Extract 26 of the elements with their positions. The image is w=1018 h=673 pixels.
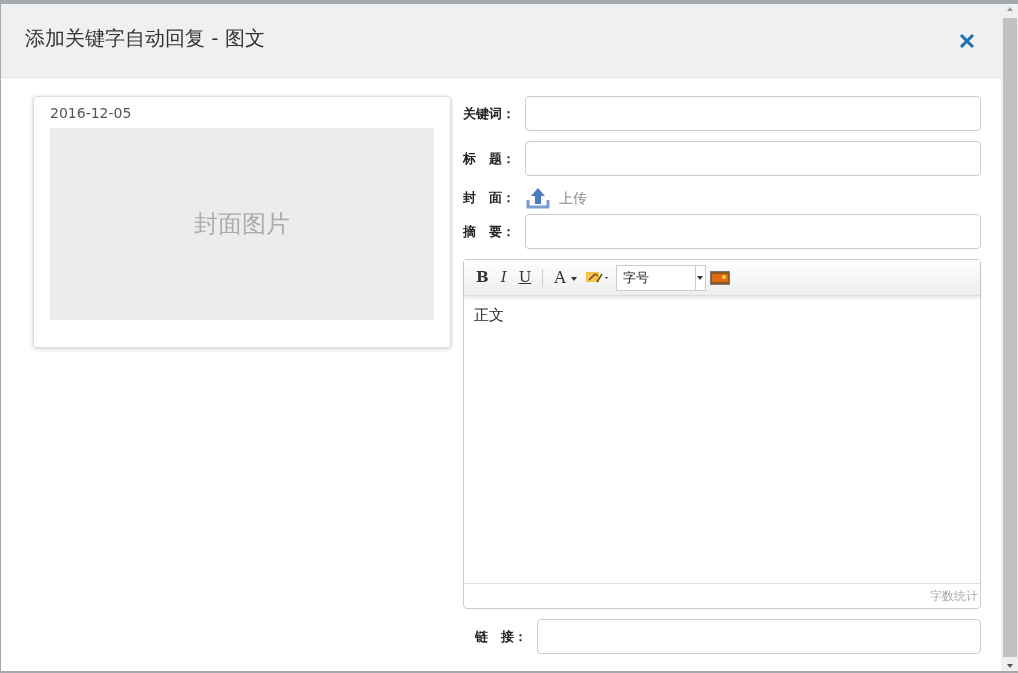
input-field[interactable]: [537, 619, 981, 654]
input-field[interactable]: [525, 214, 981, 249]
word-count: 字数统计: [464, 583, 980, 608]
upload-button[interactable]: 上传: [525, 186, 587, 210]
field-label: 摘 要：: [463, 222, 516, 241]
bold-button[interactable]: B: [472, 270, 493, 285]
field-label: 链 接：: [475, 627, 528, 646]
close-icon[interactable]: [959, 32, 975, 49]
cover-text: 封面图片: [194, 209, 290, 240]
font-color-button[interactable]: A: [550, 269, 582, 286]
italic-button[interactable]: I: [496, 270, 511, 285]
underline-button[interactable]: U: [514, 270, 536, 285]
date-text: 2016-12-05: [50, 104, 133, 123]
rich-text-editor[interactable]: B I U A 字号 正文 字数统计: [463, 259, 981, 609]
upload-icon: [525, 186, 551, 210]
caret-icon: [569, 274, 578, 283]
caret-icon: [697, 275, 704, 280]
field-label: 关键词：: [463, 104, 516, 123]
input-field[interactable]: [525, 141, 981, 176]
input-field[interactable]: [525, 96, 981, 131]
editor-text: 正文: [473, 305, 505, 326]
field-label: 封 面：: [463, 189, 516, 208]
font-size-select[interactable]: 字号: [615, 264, 706, 291]
field-label: 标 题：: [463, 149, 516, 168]
dialog-title: 添加关键字自动回复 - 图文: [25, 24, 265, 52]
scrollbar-thumb[interactable]: [1002, 18, 1017, 657]
